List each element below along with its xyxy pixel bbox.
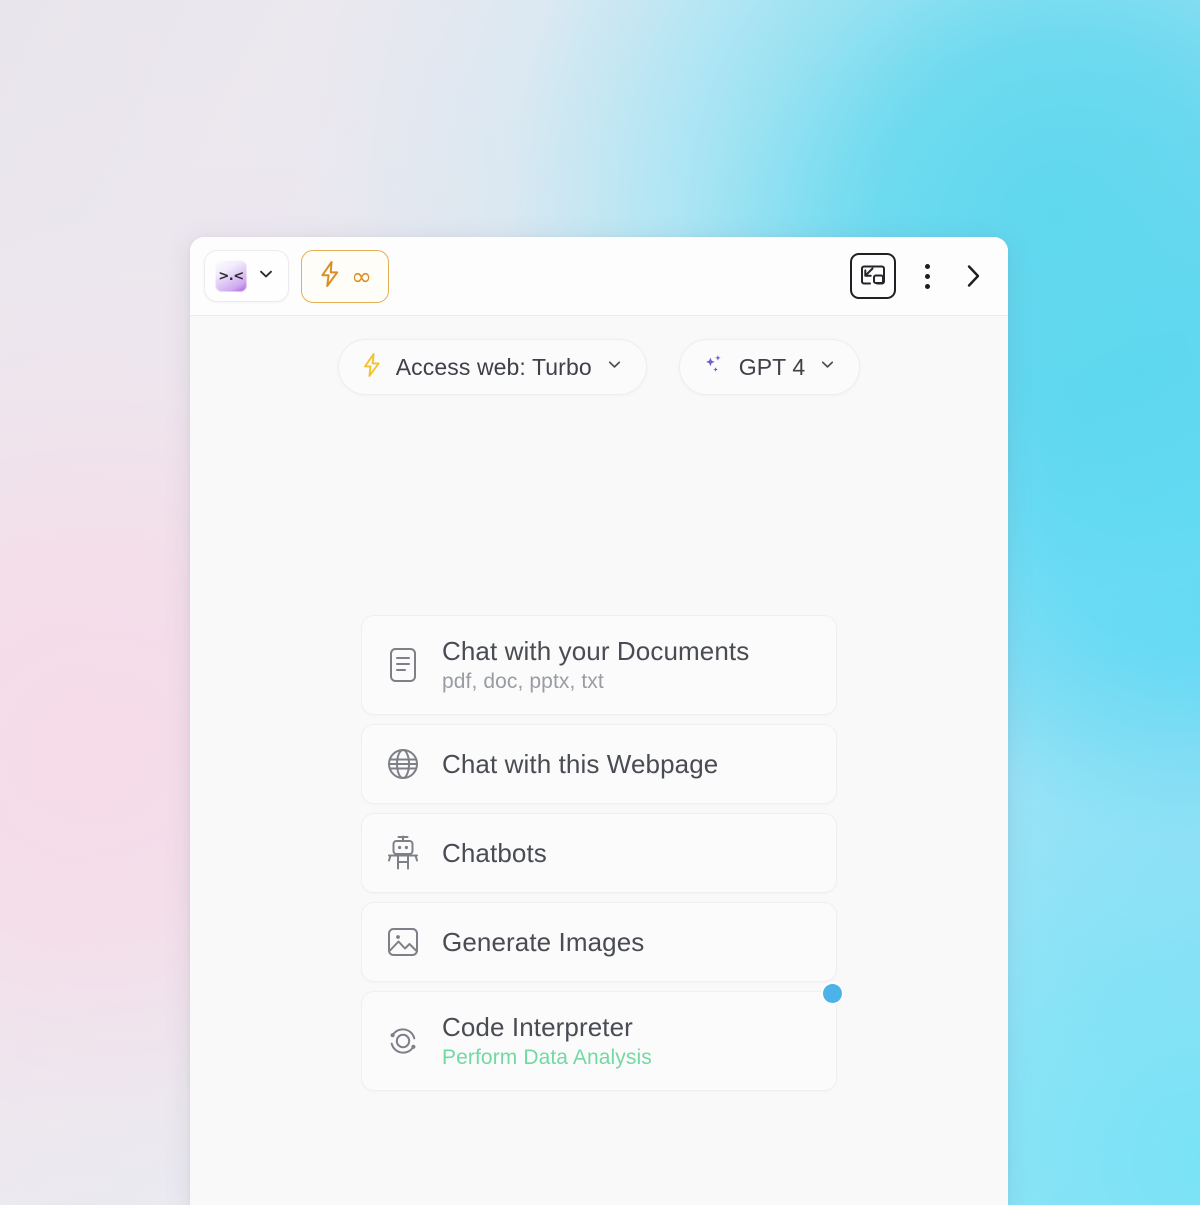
sparkles-icon <box>702 353 726 382</box>
robot-icon <box>384 834 422 872</box>
kebab-dot <box>924 283 930 289</box>
chip-model-selector[interactable]: GPT 4 <box>678 339 861 395</box>
avatar: >.< <box>215 260 247 292</box>
lightning-bolt-icon <box>318 260 342 293</box>
card-title: Chatbots <box>442 837 547 868</box>
document-icon <box>384 646 422 684</box>
card-title: Generate Images <box>442 926 645 957</box>
turbo-unlimited-toggle[interactable]: ∞ <box>301 249 389 303</box>
card-text: Chat with your Documents pdf, doc, pptx,… <box>442 636 749 694</box>
picture-in-picture-icon[interactable] <box>850 253 896 299</box>
header-right-group <box>850 253 992 299</box>
chevron-down-icon <box>818 355 837 379</box>
card-chat-with-webpage[interactable]: Chat with this Webpage <box>361 724 837 804</box>
chevron-down-icon <box>605 355 624 379</box>
extension-panel: >.< ∞ Access web: Turbo GPT 4 Chat with … <box>190 237 1008 1205</box>
infinity-icon: ∞ <box>351 261 372 291</box>
avatar-selector-button[interactable]: >.< <box>204 250 289 302</box>
more-options-icon[interactable] <box>917 259 937 293</box>
card-title: Chat with this Webpage <box>442 748 719 779</box>
card-title: Chat with your Documents <box>442 636 750 667</box>
card-text: Chat with this Webpage <box>442 749 718 780</box>
card-generate-images[interactable]: Generate Images <box>361 902 837 982</box>
card-text: Code Interpreter Perform Data Analysis <box>442 1012 652 1070</box>
kebab-dot <box>924 263 930 269</box>
lightning-bolt-icon <box>361 352 383 383</box>
chevron-right-icon[interactable] <box>958 258 988 294</box>
card-subtitle: pdf, doc, pptx, txt <box>442 669 604 693</box>
kebab-dot <box>924 273 930 279</box>
panel-header: >.< ∞ <box>190 237 1008 316</box>
chevron-down-icon <box>256 264 276 289</box>
notification-badge-dot <box>823 984 842 1003</box>
orbit-icon <box>384 1022 422 1060</box>
image-icon <box>384 923 422 961</box>
card-text: Chatbots <box>442 838 547 869</box>
mode-chips-row: Access web: Turbo GPT 4 <box>190 339 1008 395</box>
feature-card-list: Chat with your Documents pdf, doc, pptx,… <box>361 395 842 1091</box>
card-chatbots[interactable]: Chatbots <box>361 813 837 893</box>
card-text: Generate Images <box>442 927 644 958</box>
chip-label: GPT 4 <box>738 353 806 380</box>
card-code-interpreter[interactable]: Code Interpreter Perform Data Analysis <box>361 984 842 1091</box>
globe-icon <box>384 745 422 783</box>
card-chat-with-documents[interactable]: Chat with your Documents pdf, doc, pptx,… <box>361 615 837 715</box>
card-title: Code Interpreter <box>442 1012 633 1043</box>
header-left-group: >.< ∞ <box>204 249 389 303</box>
chip-access-web[interactable]: Access web: Turbo <box>337 339 647 395</box>
card-subtitle: Perform Data Analysis <box>442 1045 652 1069</box>
chip-label: Access web: Turbo <box>395 353 592 380</box>
